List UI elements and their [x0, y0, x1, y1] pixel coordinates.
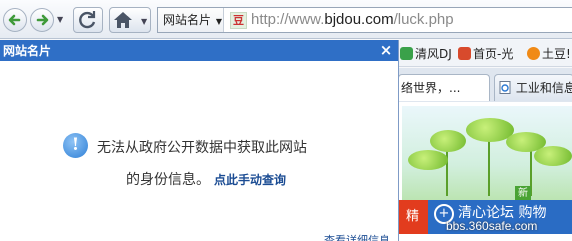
site-card-label: 网站名片 [163, 13, 212, 27]
site-icon [458, 47, 471, 60]
site-card-dropdown-icon: ▼ [215, 17, 222, 26]
site-favicon: 豆 [230, 12, 247, 29]
bookmark-label: 清风DJ [415, 47, 452, 61]
forward-arrow-icon [36, 14, 49, 26]
forward-button[interactable] [30, 8, 54, 32]
url-prefix: http://www. [251, 11, 325, 28]
bookmark-item[interactable]: 土豆! [527, 45, 571, 62]
tab-label: 工业和信息 [515, 81, 572, 95]
message-line-2-text: 的身份信息。 [126, 172, 210, 188]
url-text[interactable]: http://www.bjdou.com/luck.php [251, 8, 454, 32]
site-card-popup: 网站名片 × ! 无法从政府公开数据中获取此网站 的身份信息。 点此手动查询 查看… [0, 40, 399, 241]
tab-label: 络世界，... [401, 81, 461, 95]
banner-illustration: 新 [402, 106, 572, 204]
ie-page-icon [499, 81, 511, 94]
tab-active[interactable]: 络世界，... [398, 74, 490, 101]
refresh-button[interactable] [73, 7, 103, 33]
manual-query-link[interactable]: 点此手动查询 [214, 173, 286, 187]
site-card-button[interactable]: 网站名片 ▼ [158, 8, 224, 32]
refresh-icon [79, 11, 96, 29]
history-dropdown-icon[interactable]: ▼ [57, 15, 63, 24]
popup-header: 网站名片 × [0, 40, 398, 61]
message-line-1: 无法从政府公开数据中获取此网站 [97, 140, 307, 156]
back-arrow-icon [8, 14, 21, 26]
bookmark-item[interactable]: 清风DJ [400, 45, 452, 62]
back-button[interactable] [3, 8, 27, 32]
tab-inactive[interactable]: 工业和信息 [494, 74, 572, 101]
home-dropdown-icon[interactable]: ▼ [141, 17, 147, 26]
tab-strip: 络世界，... 工业和信息 [398, 68, 572, 102]
webpage-content: 新 精 + 清心论坛 购物 bbs.360safe.com [398, 102, 572, 241]
tudou-icon [527, 47, 540, 60]
home-icon [114, 12, 132, 28]
message-line-2: 的身份信息。 点此手动查询 [126, 169, 286, 189]
bookmarks-bar: 清风DJ 首页-光 土豆! [398, 40, 572, 67]
bookmark-label: 土豆! [542, 47, 571, 61]
close-icon[interactable]: × [376, 40, 396, 61]
info-icon: ! [63, 133, 88, 158]
bookmark-label: 首页-光 [473, 47, 514, 61]
popup-title: 网站名片 [3, 44, 52, 58]
watermark: bbs.360safe.com [446, 219, 538, 233]
address-bar[interactable]: 网站名片 ▼ 豆 http://www.bjdou.com/luck.php [157, 7, 572, 33]
bookmark-item[interactable]: 首页-光 [458, 45, 513, 62]
url-path: /luck.php [393, 11, 454, 28]
home-button[interactable]: ▼ [109, 7, 151, 33]
navigation-toolbar: ▼ ▼ 网站名片 ▼ 豆 http://www.bjdou.com/luck.p… [0, 0, 572, 39]
url-domain: bjdou.com [324, 11, 394, 28]
banner-left-label: 精 [398, 200, 428, 234]
leaf-icon [400, 47, 413, 60]
details-link[interactable]: 查看详细信息 [324, 232, 390, 241]
